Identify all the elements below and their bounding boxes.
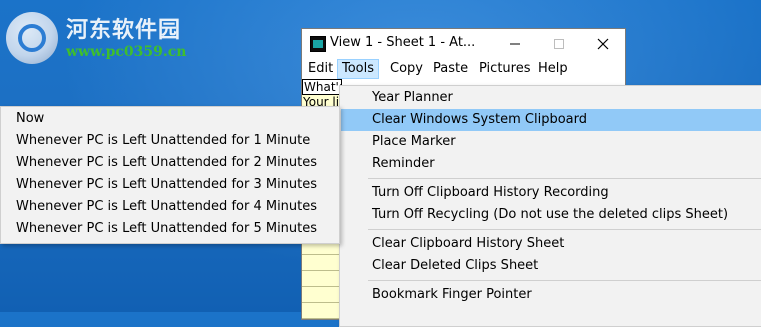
submenu-item-1-minute[interactable]: Whenever PC is Left Unattended for 1 Min… <box>2 130 338 152</box>
submenu-item-5-minutes[interactable]: Whenever PC is Left Unattended for 5 Min… <box>2 218 338 240</box>
watermark-url: www.pc0359.cn <box>66 44 187 60</box>
menu-item-turn-off-history-recording[interactable]: Turn Off Clipboard History Recording <box>341 182 761 204</box>
menu-separator <box>368 229 761 230</box>
minimize-icon <box>510 43 520 45</box>
sheet-row[interactable] <box>302 287 342 303</box>
submenu-item-2-minutes[interactable]: Whenever PC is Left Unattended for 2 Min… <box>2 152 338 174</box>
title-bar[interactable]: View 1 - Sheet 1 - At... <box>302 29 625 59</box>
menu-item-place-marker[interactable]: Place Marker <box>341 131 761 153</box>
submenu-item-now[interactable]: Now <box>2 108 338 130</box>
menu-item-clear-deleted-clips[interactable]: Clear Deleted Clips Sheet <box>341 255 761 277</box>
menu-item-year-planner[interactable]: Year Planner <box>341 87 761 109</box>
submenu-item-3-minutes[interactable]: Whenever PC is Left Unattended for 3 Min… <box>2 174 338 196</box>
sheet-row[interactable] <box>302 255 342 271</box>
submenu-item-4-minutes[interactable]: Whenever PC is Left Unattended for 4 Min… <box>2 196 338 218</box>
close-icon <box>597 38 609 50</box>
menu-item-clear-windows-clipboard[interactable]: Clear Windows System Clipboard <box>341 109 761 131</box>
menu-pictures[interactable]: Pictures <box>475 59 534 79</box>
menu-copy[interactable]: Copy <box>386 59 427 79</box>
clear-clipboard-submenu: Now Whenever PC is Left Unattended for 1… <box>0 106 340 244</box>
maximize-icon <box>554 39 564 49</box>
sheet-row[interactable] <box>302 271 342 287</box>
menu-item-clear-history-sheet[interactable]: Clear Clipboard History Sheet <box>341 233 761 255</box>
sheet-row[interactable]: What's <box>302 79 342 95</box>
watermark-logo <box>6 12 58 64</box>
menu-item-reminder[interactable]: Reminder <box>341 153 761 175</box>
menu-bar: Edit Tools Copy Paste Pictures Help <box>302 59 625 79</box>
maximize-button[interactable] <box>537 31 581 57</box>
menu-item-turn-off-recycling[interactable]: Turn Off Recycling (Do not use the delet… <box>341 204 761 226</box>
menu-separator <box>368 178 761 179</box>
window-title: View 1 - Sheet 1 - At... <box>330 35 476 50</box>
watermark: 河东软件园 www.pc0359.cn <box>4 4 234 68</box>
tools-dropdown-menu: Year Planner Clear Windows System Clipbo… <box>339 85 761 327</box>
menu-item-bookmark-finger-pointer[interactable]: Bookmark Finger Pointer <box>341 284 761 306</box>
menu-help[interactable]: Help <box>534 59 572 79</box>
menu-edit[interactable]: Edit <box>304 59 337 79</box>
minimize-button[interactable] <box>493 31 537 57</box>
menu-paste[interactable]: Paste <box>429 59 472 79</box>
menu-separator <box>368 280 761 281</box>
menu-tools[interactable]: Tools <box>337 59 380 79</box>
app-icon <box>310 36 326 52</box>
sheet-row[interactable] <box>302 303 342 319</box>
close-button[interactable] <box>581 31 625 57</box>
watermark-title: 河东软件园 <box>66 17 182 43</box>
